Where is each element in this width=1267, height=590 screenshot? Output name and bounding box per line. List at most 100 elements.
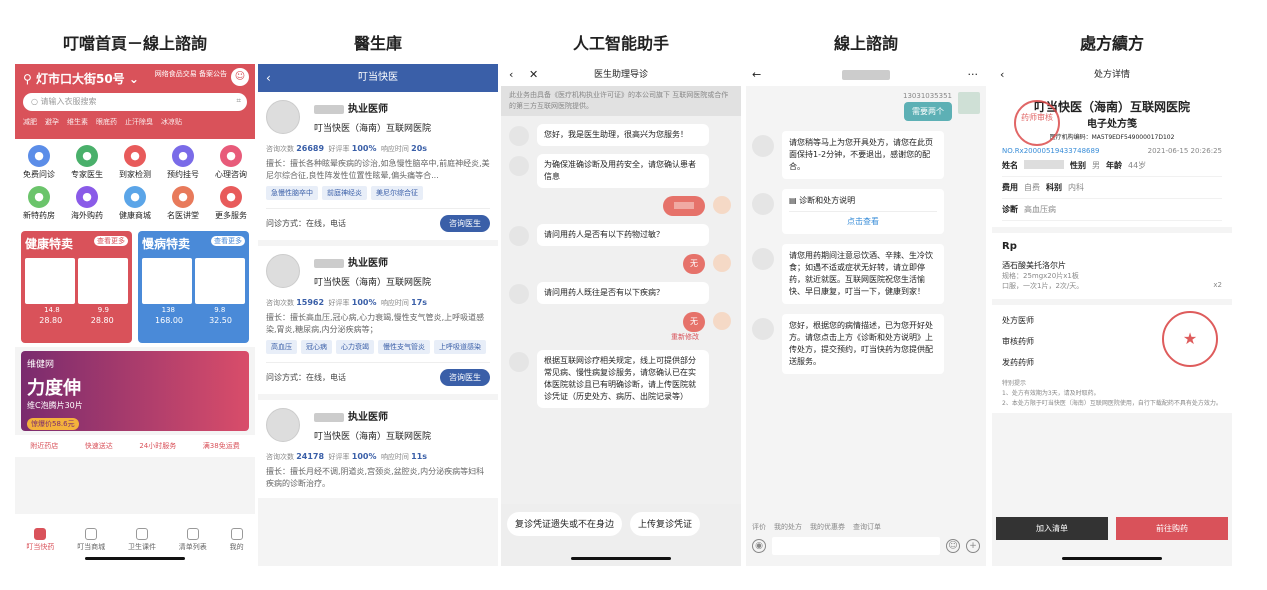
pharmacist-stamp: 药师审核 xyxy=(1014,100,1060,146)
hot-tag[interactable]: 冰凉贴 xyxy=(161,117,182,127)
doctor-name: 执业医师 xyxy=(314,100,490,115)
notice-link[interactable]: 网络食品交易 备案公告 xyxy=(155,70,227,79)
prescription-card[interactable]: ▤ 诊断和处方说明 点击查看 xyxy=(752,189,944,234)
hot-tag[interactable]: 止汗除臭 xyxy=(125,117,153,127)
user-icon xyxy=(230,528,243,540)
view-link[interactable]: 点击查看 xyxy=(789,211,937,228)
service-item[interactable]: ● 更多服务 xyxy=(207,186,255,221)
doctor-card[interactable]: 执业医师 叮当快医（海南）互联网医院 咨询次数 15962 好评率 100% 响… xyxy=(258,246,498,394)
back-icon[interactable]: ‹ xyxy=(1000,64,1004,86)
section-title-prescription: 處方續方 xyxy=(1079,34,1144,53)
service-item[interactable]: ● 新特药房 xyxy=(15,186,63,221)
doctor-card[interactable]: 执业医师 叮当快医（海南）互联网医院 咨询次数 24178 好评率 100% 响… xyxy=(258,400,498,498)
price: 168.00 xyxy=(155,316,184,325)
stat-label: 响应时间 xyxy=(380,299,409,307)
chat-input[interactable] xyxy=(772,537,940,555)
home-icon xyxy=(34,528,47,540)
doctor-avatar xyxy=(752,193,774,215)
service-label: 到家检测 xyxy=(119,170,151,179)
close-icon[interactable]: ✕ xyxy=(529,64,538,86)
field-value: 男 xyxy=(1092,161,1100,170)
consult-doctor-button[interactable]: 咨询医生 xyxy=(440,369,490,386)
field-label: 性别 xyxy=(1070,161,1086,170)
product-image[interactable] xyxy=(142,258,192,304)
service-item[interactable]: ● 海外购药 xyxy=(63,186,111,221)
user-avatar xyxy=(713,254,731,272)
phone-number: 13031035351 xyxy=(903,92,952,100)
back-icon[interactable]: ← xyxy=(752,64,761,86)
search-placeholder: 请输入衣服搜索 xyxy=(40,97,97,106)
service-item[interactable]: ● 专家医生 xyxy=(63,145,111,180)
more-button[interactable]: 查看更多 xyxy=(211,236,245,246)
scan-icon[interactable]: ⌗ xyxy=(236,96,241,106)
product-image[interactable] xyxy=(25,258,75,304)
more-icon[interactable]: ··· xyxy=(968,64,979,86)
field-value: 高血压病 xyxy=(1024,205,1056,214)
upload-voucher-button[interactable]: 上传复诊凭证 xyxy=(630,512,701,536)
modify-link[interactable]: 重新修改 xyxy=(501,332,699,342)
tab-home[interactable]: 叮当快药 xyxy=(26,528,54,552)
tab-label: 清单列表 xyxy=(178,543,207,551)
chronic-sale-card[interactable]: 慢病特卖 查看更多 138 9.8 168.00 32.50 xyxy=(138,231,249,343)
price-tag: 9.9 xyxy=(97,306,109,314)
specialty-chip: 慢性支气管炎 xyxy=(378,340,430,354)
specialty-chip: 急慢性脑卒中 xyxy=(266,186,318,200)
stat-value: 24178 xyxy=(296,452,325,461)
field-label: 年龄 xyxy=(1106,161,1122,170)
doctor-name: 执业医师 xyxy=(314,408,490,423)
doctor-message: 您好，根据您的病情描述，已为您开好处方。请您点击上方《诊断和处方说明》上传处方，… xyxy=(752,314,944,374)
tab-mall[interactable]: 叮当商城 xyxy=(77,528,105,552)
stat-value: 100% xyxy=(351,298,377,307)
hot-tag[interactable]: 眼底药 xyxy=(96,117,117,127)
tab-course[interactable]: 卫生课件 xyxy=(128,528,156,552)
feature-strip: 附近药店 快速送达 24小时服务 满38免运费 xyxy=(15,435,255,457)
emoji-icon[interactable]: ☺ xyxy=(946,539,960,553)
hot-tag[interactable]: 减肥 xyxy=(23,117,37,127)
stat-label: 咨询次数 xyxy=(266,299,294,307)
service-notice: 此业务由具备《医疗机构执业许可证》的本公司旗下 互联网医院或合作的第三方互联网医… xyxy=(501,86,741,116)
more-button[interactable]: 查看更多 xyxy=(94,236,128,246)
lost-voucher-button[interactable]: 复诊凭证遗失或不在身边 xyxy=(507,512,623,536)
service-label: 更多服务 xyxy=(215,211,247,220)
rate-button[interactable]: 评价 xyxy=(752,522,766,532)
tab-me[interactable]: 我的 xyxy=(230,528,244,552)
field-value: 44岁 xyxy=(1128,161,1147,170)
service-label: 专家医生 xyxy=(71,170,103,179)
product-image[interactable] xyxy=(78,258,128,304)
consult-doctor-button[interactable]: 咨询医生 xyxy=(440,215,490,232)
search-input[interactable]: ○ 请输入衣服搜索 ⌗ xyxy=(23,93,247,111)
mascot-icon[interactable]: ☺ xyxy=(231,68,249,86)
promo-banner[interactable]: 维健网 力度伸 维C泡腾片30片 惊爆价58.6元 xyxy=(21,351,249,431)
health-sale-card[interactable]: 健康特卖 查看更多 14.8 9.9 28.80 28.80 xyxy=(21,231,132,343)
service-item[interactable]: ● 健康商城 xyxy=(111,186,159,221)
hot-tag[interactable]: 维生素 xyxy=(67,117,88,127)
query-order-button[interactable]: 查询订单 xyxy=(853,522,881,532)
banner-subtitle: 维C泡腾片30片 xyxy=(27,401,83,410)
product-image[interactable] xyxy=(195,258,245,304)
voice-icon[interactable]: ◉ xyxy=(752,539,766,553)
my-prescriptions-button[interactable]: 我的处方 xyxy=(774,522,802,532)
note-line: 特别提示 xyxy=(1002,380,1027,387)
service-item[interactable]: ● 预约挂号 xyxy=(159,145,207,180)
quick-actions: 评价 我的处方 我的优惠券 查询订单 xyxy=(746,522,986,532)
price-tag: 14.8 xyxy=(44,306,60,314)
go-purchase-button[interactable]: 前往购药 xyxy=(1116,517,1228,540)
doctor-card[interactable]: 执业医师 叮当快医（海南）互联网医院 咨询次数 26689 好评率 100% 响… xyxy=(258,92,498,240)
stat-label: 响应时间 xyxy=(380,453,409,461)
service-item[interactable]: ● 名医讲堂 xyxy=(159,186,207,221)
service-item[interactable]: ● 心理咨询 xyxy=(207,145,255,180)
stat-value: 100% xyxy=(351,144,377,153)
back-icon[interactable]: ‹ xyxy=(266,64,271,92)
doctor-avatar xyxy=(509,284,529,304)
back-icon[interactable]: ‹ xyxy=(509,64,513,86)
add-to-list-button[interactable]: 加入清单 xyxy=(996,517,1108,540)
my-coupons-button[interactable]: 我的优惠券 xyxy=(810,522,845,532)
service-item[interactable]: ● 免费问诊 xyxy=(15,145,63,180)
stat-value: 20s xyxy=(411,144,428,153)
tab-list[interactable]: 清单列表 xyxy=(179,528,207,552)
doctor-title: 执业医师 xyxy=(348,258,388,269)
add-icon[interactable]: + xyxy=(966,539,980,553)
service-item[interactable]: ● 到家检测 xyxy=(111,145,159,180)
hot-tag[interactable]: 避孕 xyxy=(45,117,59,127)
service-icon: ● xyxy=(220,145,242,167)
